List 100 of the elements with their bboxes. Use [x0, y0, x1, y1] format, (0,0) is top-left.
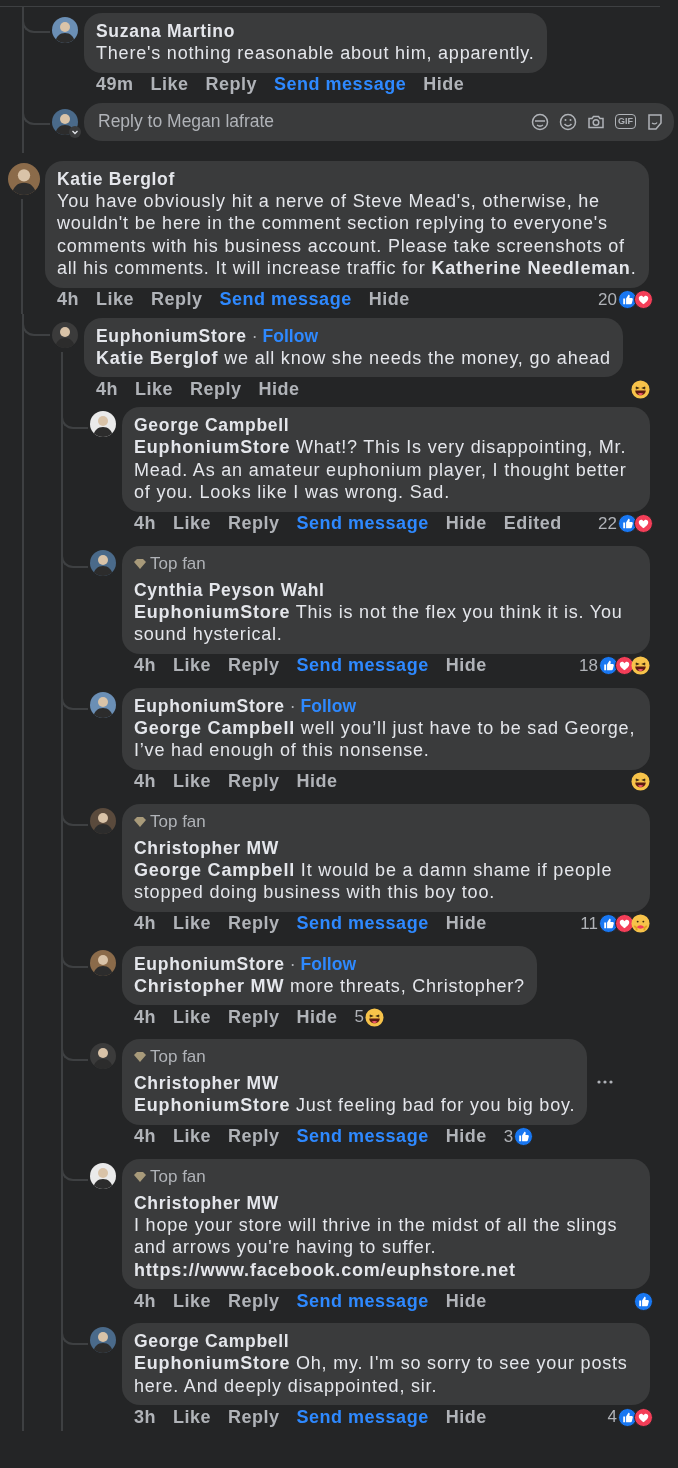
action-link[interactable]: Reply [228, 913, 280, 934]
send-message-link[interactable]: Send message [296, 655, 429, 676]
sticker-icon[interactable] [646, 112, 664, 131]
reaction-count[interactable]: 22 [598, 513, 617, 534]
diamond-icon [134, 558, 146, 569]
action-link[interactable]: Reply [228, 1006, 280, 1028]
action-link[interactable]: Hide [445, 655, 487, 676]
timestamp: 4h [134, 1126, 156, 1147]
comment-text: George Campbell well you’ll just have to be sad George, I’ve had enough of this nonsense. [134, 716, 637, 762]
separator-dot: · [289, 694, 296, 717]
avatar[interactable] [52, 321, 78, 348]
avatar[interactable] [90, 411, 116, 437]
send-message-link[interactable]: Send message [274, 74, 407, 95]
send-message-link[interactable]: Send message [296, 1406, 429, 1428]
comment-text: Christopher MW more threats, Christopher? [134, 974, 525, 997]
send-message-link[interactable]: Send message [296, 1290, 429, 1312]
timestamp: 4h [134, 513, 156, 534]
author-name[interactable]: Suzana Martino [96, 20, 236, 42]
action-link[interactable]: Reply [228, 771, 280, 792]
comment-text: EuphoniumStore This is not the flex you think it is. You sound hysterical. [134, 600, 624, 646]
action-link[interactable]: Like [173, 1006, 212, 1028]
avatar[interactable] [90, 1327, 116, 1353]
author-name[interactable]: EuphoniumStore [134, 694, 285, 717]
avatar[interactable] [90, 691, 116, 718]
action-link[interactable]: Like [96, 289, 135, 310]
separator-dot: · [289, 952, 296, 975]
action-link[interactable]: Hide [296, 771, 338, 792]
chevron-down-icon[interactable] [69, 125, 81, 138]
emoji-icon[interactable] [559, 112, 577, 131]
action-link[interactable]: Reply [190, 378, 242, 400]
action-link[interactable]: Hide [445, 1406, 487, 1428]
send-message-link[interactable]: Send message [219, 289, 352, 310]
comment-text: There's nothing reasonable about him, apparently. [96, 42, 535, 65]
reaction-count[interactable]: 11 [580, 913, 598, 934]
action-link[interactable]: Like [173, 1406, 212, 1428]
action-link[interactable]: Hide [445, 513, 487, 534]
reaction-count[interactable]: 4 [607, 1407, 617, 1427]
action-link[interactable]: Hide [296, 1006, 338, 1028]
send-message-link[interactable]: Send message [296, 513, 429, 534]
diamond-icon [134, 816, 146, 827]
action-link[interactable]: Reply [228, 1406, 280, 1428]
action-link[interactable]: Reply [228, 655, 280, 676]
reaction-count[interactable]: 18 [579, 655, 598, 676]
action-link[interactable]: Like [173, 1126, 212, 1147]
reaction-count[interactable]: 3 [503, 1126, 514, 1147]
more-options-icon[interactable] [597, 1079, 614, 1084]
author-name[interactable]: EuphoniumStore [96, 324, 247, 347]
author-name[interactable]: George Campbell [134, 414, 290, 436]
author-name[interactable]: Christopher MW [134, 1191, 279, 1214]
timestamp: 4h [96, 378, 118, 400]
action-link[interactable]: Hide [368, 289, 410, 310]
separator-dot: · [251, 324, 258, 347]
avatar[interactable] [52, 17, 78, 43]
top-fan-label: Top fan [150, 1046, 206, 1068]
action-link[interactable]: Reply [205, 74, 258, 95]
author-name[interactable]: Christopher MW [134, 836, 279, 859]
action-link[interactable]: Like [150, 74, 189, 95]
action-link[interactable]: Like [173, 913, 212, 934]
send-message-link[interactable]: Send message [296, 1126, 429, 1147]
action-link[interactable]: Hide [445, 913, 487, 934]
author-name[interactable]: George Campbell [134, 1330, 290, 1352]
action-link[interactable]: Hide [445, 1290, 487, 1312]
comment-text: I hope your store will thrive in the midst of all the slings and arrows you're having to suffer. https://www.facebook.com/euphstore.net [134, 1213, 619, 1281]
gif-button[interactable]: GIF [615, 114, 636, 129]
action-link[interactable]: Like [135, 378, 174, 400]
avatar[interactable] [90, 549, 116, 576]
action-link[interactable]: Reply [228, 513, 280, 534]
avatar[interactable] [90, 807, 116, 834]
action-link[interactable]: Reply [228, 1290, 280, 1312]
author-name[interactable]: Katie Berglof [57, 167, 175, 190]
timestamp: 4h [134, 771, 156, 792]
action-link[interactable]: Like [173, 1290, 212, 1312]
avatar[interactable] [90, 1162, 116, 1189]
action-link[interactable]: Hide [445, 1126, 487, 1147]
avatar[interactable] [90, 1043, 116, 1069]
action-link[interactable]: Reply [228, 1126, 280, 1147]
comment-text: EuphoniumStore Just feeling bad for you big boy. [134, 1094, 576, 1117]
reaction-count[interactable]: 20 [598, 289, 617, 310]
action-link[interactable]: Like [173, 771, 212, 792]
reaction-count[interactable]: 5 [354, 1007, 365, 1027]
avatar[interactable] [90, 949, 116, 976]
timestamp: 4h [134, 1006, 156, 1028]
comment-text: You have obviously hit a nerve of Steve Mead's, otherwise, he wouldn't be here in the comment section replying to everyone's comments with his business account. Please take screenshots of all his comments. It will increase traffic for Katherine Needleman. [57, 189, 637, 280]
avatar[interactable] [8, 162, 40, 195]
action-link[interactable]: Like [173, 513, 212, 534]
action-link[interactable]: Hide [423, 74, 465, 95]
diamond-icon [134, 1052, 146, 1062]
avatar[interactable] [52, 108, 78, 135]
author-name[interactable]: Cynthia Peyson Wahl [134, 578, 325, 601]
author-name[interactable]: Christopher MW [134, 1072, 279, 1094]
action-link[interactable]: Reply [151, 289, 203, 310]
action-link[interactable]: Like [173, 655, 212, 676]
top-fan-label: Top fan [150, 1165, 206, 1188]
author-name[interactable]: EuphoniumStore [134, 952, 285, 975]
top-fan-label: Top fan [150, 552, 206, 575]
reply-field[interactable]: Reply to Megan lafrate GIF [84, 102, 674, 141]
timestamp: 4h [134, 1290, 156, 1312]
action-link[interactable]: Hide [258, 378, 300, 400]
send-message-link[interactable]: Send message [296, 913, 429, 934]
timestamp: 4h [134, 655, 156, 676]
